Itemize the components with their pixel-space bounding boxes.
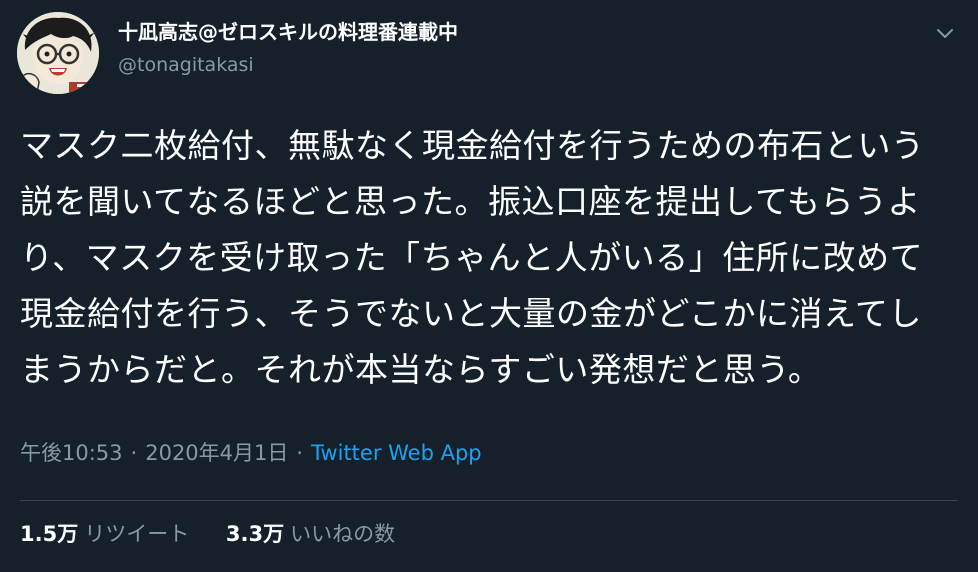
tweet-time[interactable]: 午後10:53 — [20, 441, 123, 465]
retweets-stat[interactable]: 1.5万 リツイート — [20, 518, 189, 550]
likes-label: いいねの数 — [290, 522, 396, 546]
user-handle[interactable]: @tonagitakasi — [118, 53, 458, 77]
tweet-metadata: 午後10:53 · 2020年4月1日 · Twitter Web App — [20, 437, 482, 469]
retweets-count: 1.5万 — [20, 522, 79, 546]
tweet-card: 十凪高志@ゼロスキルの料理番連載中 @tonagitakasi マスク二枚給付、… — [0, 0, 978, 572]
meta-separator: · — [130, 441, 138, 465]
tweet-date[interactable]: 2020年4月1日 — [145, 441, 288, 465]
retweets-label: リツイート — [84, 522, 190, 546]
likes-count: 3.3万 — [225, 522, 285, 546]
user-info: 十凪高志@ゼロスキルの料理番連載中 @tonagitakasi — [118, 19, 458, 77]
tweet-stats: 1.5万 リツイート 3.3万 いいねの数 — [20, 518, 395, 550]
chevron-down-icon[interactable] — [934, 22, 956, 44]
tweet-source-link[interactable]: Twitter Web App — [311, 441, 482, 465]
avatar[interactable] — [17, 12, 99, 94]
meta-separator: · — [296, 441, 304, 465]
likes-stat[interactable]: 3.3万 いいねの数 — [226, 518, 395, 550]
divider — [20, 500, 958, 501]
avatar-illustration-icon — [17, 12, 99, 94]
display-name[interactable]: 十凪高志@ゼロスキルの料理番連載中 — [118, 19, 458, 45]
tweet-text: マスク二枚給付、無駄なく現金給付を行うための布石という説を聞いてなるほどと思った… — [20, 126, 925, 389]
